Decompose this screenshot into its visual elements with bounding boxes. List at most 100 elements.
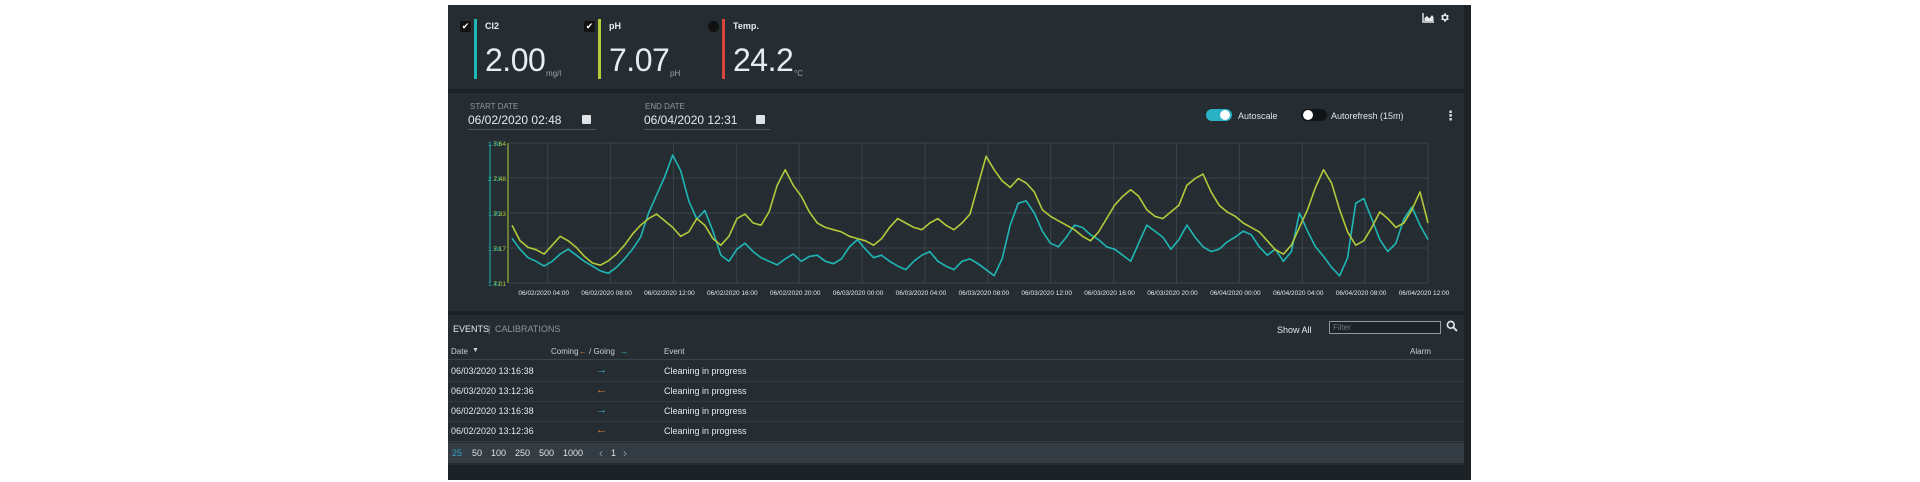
search-icon[interactable] — [1446, 320, 1458, 332]
check-icon[interactable]: ✔ — [460, 21, 471, 32]
arrow-left-icon: ← — [579, 347, 587, 356]
arrow-left-icon: ← — [596, 424, 607, 436]
column-date[interactable]: Date — [451, 347, 468, 356]
series-line-cl2 — [511, 154, 1429, 277]
x-tick-label: 06/02/2020 16:00 — [707, 290, 758, 297]
start-date-label: START DATE — [470, 102, 519, 111]
x-tick-label: 06/02/2020 04:00 — [518, 290, 569, 297]
gear-icon[interactable] — [1439, 12, 1450, 23]
page-size-option[interactable]: 50 — [472, 448, 482, 458]
end-date-underline — [644, 129, 770, 130]
column-coming: Coming — [551, 347, 579, 356]
page-size-option[interactable]: 100 — [491, 448, 506, 458]
x-tick-label: 06/03/2020 04:00 — [896, 290, 947, 297]
x-tick-label: 06/04/2020 04:00 — [1273, 290, 1324, 297]
sensor-name: pH — [609, 21, 621, 31]
sensor-value: 7.07 — [609, 42, 670, 78]
unchecked-indicator[interactable] — [708, 21, 719, 32]
tab-calibrations[interactable]: CALIBRATIONS — [495, 324, 560, 334]
column-alarm: Alarm — [1410, 347, 1431, 356]
sensor-cards-panel: ✔ Cl2 2.00 mg/l ✔ pH 7.07 pH Temp. 24.2 … — [448, 5, 1464, 89]
table-row[interactable]: 06/02/2020 13:12:36 ← Cleaning in progre… — [448, 421, 1464, 442]
sensor-name: Cl2 — [485, 21, 500, 31]
sensor-card-ph[interactable]: ✔ pH 7.07 pH — [584, 15, 704, 83]
toggle-knob — [1303, 110, 1313, 120]
autorefresh-label: Autorefresh (15m) — [1331, 111, 1404, 121]
tab-events[interactable]: EVENTS — [453, 324, 489, 334]
column-event: Event — [664, 347, 685, 356]
tab-separator: | — [488, 324, 491, 334]
row-date: 06/02/2020 13:12:36 — [451, 426, 534, 436]
x-tick-label: 06/03/2020 16:00 — [1084, 290, 1135, 297]
autoscale-toggle[interactable] — [1206, 109, 1232, 121]
top-actions — [1422, 12, 1450, 23]
y-tick-label-right: 7.64 — [493, 141, 506, 148]
column-going: / Going — [589, 347, 615, 356]
arrow-right-icon: → — [596, 404, 607, 416]
page-size-option[interactable]: 1000 — [563, 448, 583, 458]
x-tick-label: 06/04/2020 00:00 — [1210, 290, 1261, 297]
row-date: 06/03/2020 13:12:36 — [451, 386, 534, 396]
y-tick-label-right: 7.48 — [493, 176, 506, 183]
arrow-right-icon: → — [620, 347, 628, 356]
sensor-card-cl2[interactable]: ✔ Cl2 2.00 mg/l — [460, 15, 580, 83]
x-tick-label: 06/03/2020 12:00 — [1021, 290, 1072, 297]
sensor-name: Temp. — [733, 21, 759, 31]
y-tick-label-right: 7.17 — [493, 246, 506, 253]
autoscale-label: Autoscale — [1238, 111, 1278, 121]
page-size-option[interactable]: 25 — [452, 448, 462, 458]
x-tick-label: 06/03/2020 00:00 — [833, 290, 884, 297]
series-color-bar — [474, 19, 477, 79]
x-tick-label: 06/03/2020 08:00 — [959, 290, 1010, 297]
toggle-knob — [1220, 110, 1230, 120]
x-tick-label: 06/02/2020 12:00 — [644, 290, 695, 297]
sensor-value: 24.2 — [733, 42, 794, 78]
line-chart: 1.587.642.237.481.957.331.587.171.427.01… — [488, 141, 1450, 297]
x-tick-label: 06/04/2020 12:00 — [1399, 290, 1450, 297]
x-tick-label: 06/02/2020 20:00 — [770, 290, 821, 297]
x-tick-label: 06/03/2020 20:00 — [1147, 290, 1198, 297]
table-row[interactable]: 06/03/2020 13:12:36 ← Cleaning in progre… — [448, 381, 1464, 402]
page-next-button[interactable]: › — [623, 446, 627, 460]
page-prev-button[interactable]: ‹ — [599, 446, 603, 460]
sensor-unit: mg/l — [546, 69, 562, 78]
chart-icon[interactable] — [1422, 12, 1435, 23]
table-row[interactable]: 06/02/2020 13:16:38 → Cleaning in progre… — [448, 401, 1464, 422]
show-all-link[interactable]: Show All — [1277, 325, 1312, 335]
events-table-header: Date ▼ Coming ← / Going → Event Alarm — [448, 345, 1464, 360]
filter-input[interactable] — [1329, 321, 1441, 334]
sensor-unit: pH — [670, 69, 681, 78]
sensor-unit: °C — [794, 69, 803, 78]
arrow-right-icon: → — [596, 364, 607, 376]
check-icon[interactable]: ✔ — [584, 21, 595, 32]
sort-down-icon[interactable]: ▼ — [472, 347, 479, 354]
table-row[interactable]: 06/03/2020 13:16:38 → Cleaning in progre… — [448, 361, 1464, 382]
sensor-card-temp[interactable]: Temp. 24.2 °C — [708, 15, 828, 83]
start-date-underline — [468, 129, 596, 130]
row-event: Cleaning in progress — [664, 366, 747, 376]
app-window: ✔ Cl2 2.00 mg/l ✔ pH 7.07 pH Temp. 24.2 … — [448, 5, 1471, 480]
row-event: Cleaning in progress — [664, 426, 747, 436]
events-panel: EVENTS | CALIBRATIONS Show All Date ▼ Co… — [448, 315, 1464, 465]
row-event: Cleaning in progress — [664, 386, 747, 396]
pagination-bar: 25 50 100 250 500 1000 ‹ 1 › — [448, 443, 1464, 463]
calendar-icon[interactable] — [756, 115, 765, 124]
arrow-left-icon: ← — [596, 384, 607, 396]
end-date-label: END DATE — [645, 102, 685, 111]
series-color-bar — [722, 19, 725, 79]
autorefresh-toggle[interactable] — [1301, 109, 1327, 121]
page-current: 1 — [611, 448, 617, 458]
start-date-field[interactable]: 06/02/2020 02:48 — [468, 113, 561, 127]
x-tick-label: 06/04/2020 08:00 — [1336, 290, 1387, 297]
calendar-icon[interactable] — [582, 115, 591, 124]
chart-panel: START DATE 06/02/2020 02:48 END DATE 06/… — [448, 93, 1464, 311]
page-size-option[interactable]: 250 — [515, 448, 530, 458]
row-date: 06/02/2020 13:16:38 — [451, 406, 534, 416]
y-tick-label-right: 7.33 — [493, 211, 506, 218]
more-vert-icon[interactable]: ⋮ — [1444, 109, 1457, 122]
x-tick-label: 06/02/2020 08:00 — [581, 290, 632, 297]
row-date: 06/03/2020 13:16:38 — [451, 366, 534, 376]
series-color-bar — [598, 19, 601, 79]
end-date-field[interactable]: 06/04/2020 12:31 — [644, 113, 737, 127]
page-size-option[interactable]: 500 — [539, 448, 554, 458]
